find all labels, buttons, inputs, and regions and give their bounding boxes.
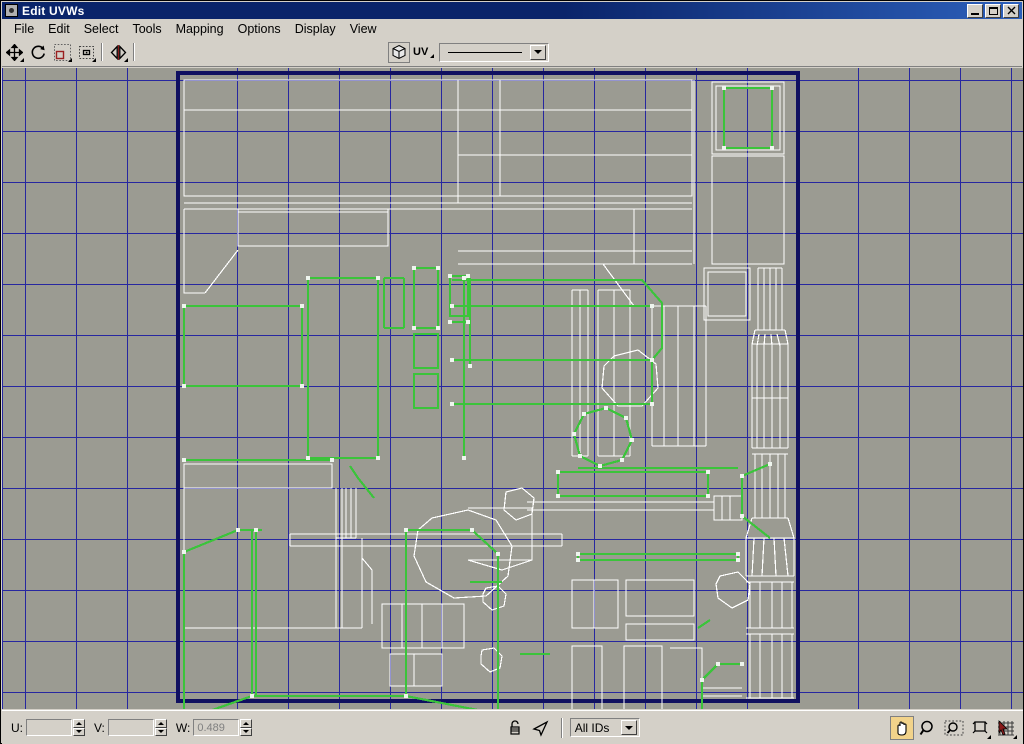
scale-tool-button[interactable]: [51, 41, 73, 63]
statusbar-separator: [561, 718, 563, 738]
magnifier-icon: [919, 719, 937, 737]
move-icon: [6, 44, 23, 61]
u-spinner-group[interactable]: [26, 719, 85, 736]
u-field[interactable]: [26, 719, 72, 736]
caret-up-icon: [158, 722, 164, 725]
menu-edit[interactable]: Edit: [41, 20, 77, 38]
move-tool-button[interactable]: [3, 41, 25, 63]
freeform-mode-button[interactable]: [75, 41, 97, 63]
caret-up-icon: [76, 722, 82, 725]
menu-select[interactable]: Select: [77, 20, 126, 38]
uv-combo-empty-value: [448, 52, 522, 53]
menu-options[interactable]: Options: [231, 20, 288, 38]
u-spinner[interactable]: [73, 719, 85, 736]
toolbar-separator-2: [133, 43, 135, 61]
scale-icon: [54, 44, 71, 61]
chevron-down-icon: [625, 726, 633, 730]
title-bar: Edit UVWs: [2, 2, 1022, 19]
zoom-region-icon: [944, 719, 964, 737]
uv-edit-canvas[interactable]: [2, 68, 1023, 709]
zoom-extents-button[interactable]: [968, 716, 992, 740]
v-spinner-group[interactable]: [108, 719, 167, 736]
menu-bar: File Edit Select Tools Mapping Options D…: [2, 19, 1022, 38]
uv-channel-combo[interactable]: [439, 43, 549, 62]
zoom-tool-button[interactable]: [916, 716, 940, 740]
uv-channel-label: UV: [413, 46, 428, 58]
uv-wireframe-edges: [184, 80, 794, 709]
caret-down-icon: [76, 730, 82, 733]
grid-lines: [2, 68, 1023, 709]
maximize-button[interactable]: [985, 4, 1001, 18]
w-spinner[interactable]: [240, 719, 252, 736]
caret-down-icon: [243, 730, 249, 733]
caret-down-icon: [158, 730, 164, 733]
window-title: Edit UVWs: [22, 4, 84, 18]
u-spin-up[interactable]: [73, 719, 85, 728]
close-button[interactable]: [1003, 4, 1019, 18]
zoom-region-button[interactable]: [942, 716, 966, 740]
w-spin-up[interactable]: [240, 719, 252, 728]
v-label: V:: [94, 721, 105, 735]
mirror-horizontal-icon: [110, 44, 127, 61]
rotate-tool-button[interactable]: [27, 41, 49, 63]
w-field[interactable]: 0.489: [193, 719, 239, 736]
pan-view-button[interactable]: [890, 716, 914, 740]
grid-snap-icon: [996, 719, 1016, 737]
arrow-cursor-icon: [532, 719, 550, 737]
cube-map-icon-button[interactable]: [388, 42, 410, 63]
u-spin-down[interactable]: [73, 728, 85, 737]
v-field[interactable]: [108, 719, 154, 736]
uvw-app-icon: [5, 4, 18, 17]
transform-tool-group: [2, 41, 138, 63]
v-spin-up[interactable]: [155, 719, 167, 728]
freeform-gizmo-icon: [78, 44, 95, 61]
material-id-dropdown-arrow[interactable]: [621, 720, 637, 735]
hand-icon: [893, 719, 911, 737]
cube-map-icon: [391, 44, 407, 60]
menu-tools[interactable]: Tools: [125, 20, 168, 38]
w-spinner-group[interactable]: 0.489: [193, 719, 252, 736]
w-label: W:: [176, 721, 190, 735]
menu-view[interactable]: View: [343, 20, 384, 38]
chevron-down-icon: [534, 50, 542, 54]
material-id-filter-value: All IDs: [571, 721, 621, 735]
zoom-extents-icon: [971, 719, 989, 737]
w-spin-down[interactable]: [240, 728, 252, 737]
menu-display[interactable]: Display: [288, 20, 343, 38]
status-bar: U: V: W: 0.489: [2, 710, 1023, 744]
caret-up-icon: [243, 722, 249, 725]
v-spinner[interactable]: [155, 719, 167, 736]
uv-combo-dropdown-arrow[interactable]: [530, 45, 546, 60]
main-toolbar: UV: [2, 38, 1022, 67]
v-spin-down[interactable]: [155, 728, 167, 737]
window-controls: [967, 4, 1019, 18]
material-id-filter[interactable]: All IDs: [570, 718, 640, 737]
u-label: U:: [11, 721, 23, 735]
filter-selected-faces-button[interactable]: [529, 716, 553, 740]
mirror-tool-button[interactable]: [107, 41, 129, 63]
menu-file[interactable]: File: [7, 20, 41, 38]
lock-selected-icon: [507, 719, 523, 737]
minimize-button[interactable]: [967, 4, 983, 18]
edit-uvws-window: Edit UVWs File Edit Select Tools Mapping…: [0, 0, 1024, 744]
uv-channel-group: UV: [388, 42, 549, 63]
snap-toggle-button[interactable]: [994, 716, 1018, 740]
toolbar-separator-1: [101, 43, 103, 61]
lock-selected-button[interactable]: [503, 716, 527, 740]
rotate-icon: [30, 44, 47, 61]
uv-viewport: [2, 68, 1023, 709]
menu-mapping[interactable]: Mapping: [169, 20, 231, 38]
